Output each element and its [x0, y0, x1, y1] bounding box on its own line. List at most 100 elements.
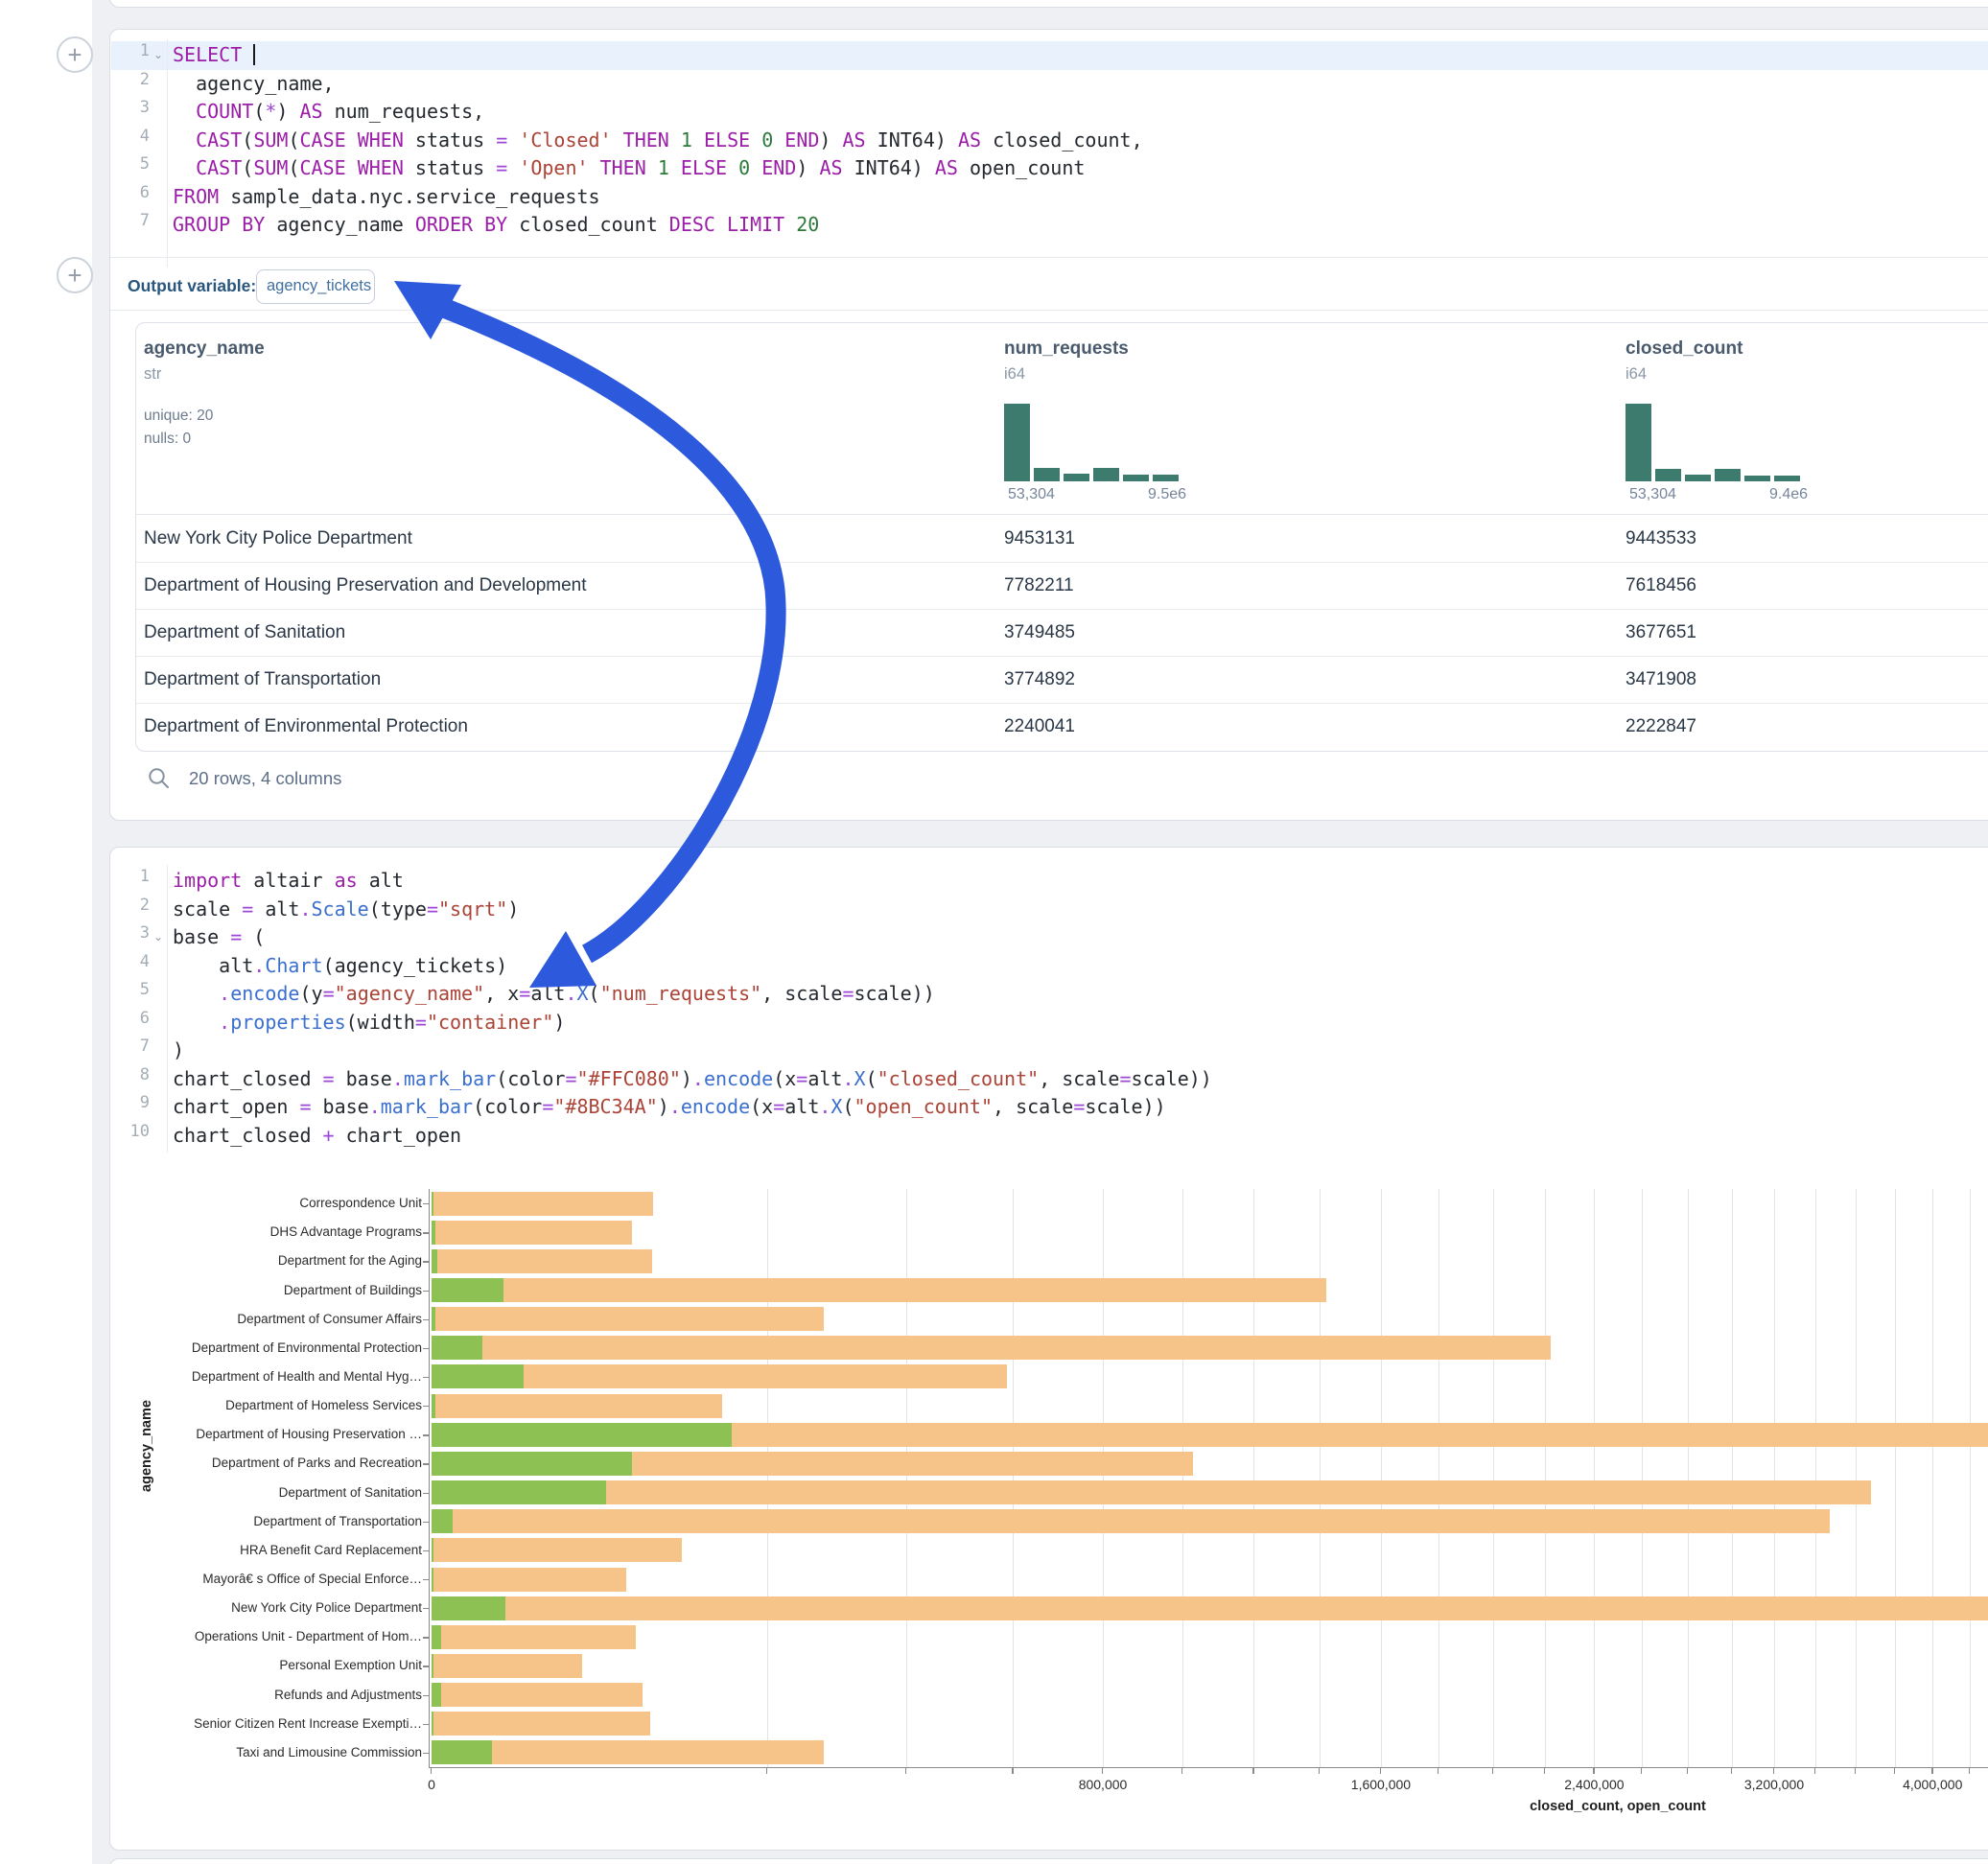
bar-closed-count [432, 1596, 1988, 1620]
code-line[interactable]: 6 .properties(width="container") [111, 1009, 1988, 1037]
fold-spacer [150, 183, 167, 212]
line-number: 3 [111, 98, 150, 127]
code-line[interactable]: 1import altair as alt [111, 867, 1988, 896]
code-line[interactable]: 7GROUP BY agency_name ORDER BY closed_co… [111, 211, 1988, 240]
bar-open-count [432, 1307, 435, 1331]
bar-closed-count [432, 1654, 582, 1678]
code-line[interactable]: 5 CAST(SUM(CASE WHEN status = 'Open' THE… [111, 154, 1988, 183]
gridline [1688, 1189, 1689, 1767]
code-text: CAST(SUM(CASE WHEN status = 'Closed' THE… [167, 127, 1143, 155]
bar-closed-count [432, 1625, 636, 1649]
bar-closed-count [432, 1394, 722, 1418]
line-number: 2 [111, 896, 150, 924]
code-line[interactable]: 5 .encode(y="agency_name", x=alt.X("num_… [111, 980, 1988, 1009]
table-row[interactable]: Department of Sanitation37494853677651 [136, 609, 1988, 656]
cell-divider [110, 310, 1988, 311]
y-axis-tick [423, 1463, 429, 1464]
table-row[interactable]: New York City Police Department945313194… [136, 515, 1988, 562]
y-axis-label: New York City Police Department [231, 1600, 422, 1615]
column-stat: unique: 20 [144, 408, 213, 425]
code-line[interactable]: 6FROM sample_data.nyc.service_requests [111, 183, 1988, 212]
fold-spacer [150, 867, 167, 896]
histogram-bar [1715, 469, 1741, 481]
notebook-page: + + 1⌄SELECT 2 agency_name,3 COUNT(*) AS… [0, 0, 1988, 1864]
python-code-editor[interactable]: 1import altair as alt2scale = alt.Scale(… [111, 867, 1988, 1150]
y-axis-label: Operations Unit - Department of Hom… [195, 1629, 422, 1643]
x-axis-tick [1814, 1768, 1815, 1774]
y-axis-tick [423, 1695, 429, 1696]
bar-closed-count [432, 1278, 1326, 1302]
code-line[interactable]: 4 CAST(SUM(CASE WHEN status = 'Closed' T… [111, 127, 1988, 155]
bar-open-count [432, 1654, 433, 1678]
code-text: .properties(width="container") [167, 1009, 565, 1037]
add-cell-button-middle[interactable]: + [57, 257, 93, 293]
line-number: 4 [111, 952, 150, 981]
line-number: 7 [111, 211, 150, 240]
bar-open-count [432, 1249, 437, 1273]
fold-spacer [150, 1122, 167, 1151]
code-line[interactable]: 3 COUNT(*) AS num_requests, [111, 98, 1988, 127]
gridline [1932, 1189, 1933, 1767]
histogram-bar [1625, 404, 1651, 481]
add-cell-button-top[interactable]: + [57, 36, 93, 73]
x-axis-tick [1492, 1768, 1493, 1774]
bar-closed-count [432, 1568, 626, 1592]
code-line[interactable]: 10chart_closed + chart_open [111, 1122, 1988, 1151]
code-line[interactable]: 4 alt.Chart(agency_tickets) [111, 952, 1988, 981]
table-cell: Department of Sanitation [144, 609, 345, 656]
histogram-bar [1153, 475, 1179, 481]
y-axis-tick [423, 1608, 429, 1609]
bar-open-count [432, 1683, 441, 1707]
column-header-num_requests[interactable]: num_requests [1004, 338, 1129, 360]
table-cell: 9443533 [1625, 515, 1696, 562]
gridline [1103, 1189, 1104, 1767]
code-line[interactable]: 2 agency_name, [111, 70, 1988, 99]
bar-open-count [432, 1712, 433, 1736]
output-variable-pill[interactable]: agency_tickets [256, 269, 375, 304]
y-axis-tick [423, 1550, 429, 1551]
next-cell-edge [109, 1858, 1988, 1864]
histogram-bar [1123, 475, 1149, 481]
code-line[interactable]: 9chart_open = base.mark_bar(color="#8BC3… [111, 1093, 1988, 1122]
gridline [1642, 1189, 1643, 1767]
table-row[interactable]: Department of Environmental Protection22… [136, 703, 1988, 750]
x-axis-tick [431, 1768, 432, 1774]
fold-chevron-icon[interactable]: ⌄ [150, 41, 167, 70]
gridline [906, 1189, 907, 1767]
search-icon[interactable] [147, 766, 172, 791]
line-number: 5 [111, 980, 150, 1009]
code-line[interactable]: 3⌄base = ( [111, 923, 1988, 952]
x-axis-tick [1855, 1768, 1856, 1774]
x-axis-tick [1319, 1768, 1320, 1774]
sql-code-editor[interactable]: 1⌄SELECT 2 agency_name,3 COUNT(*) AS num… [111, 41, 1988, 240]
y-axis-tick [423, 1232, 429, 1233]
gridline [1545, 1189, 1546, 1767]
code-line[interactable]: 7) [111, 1037, 1988, 1065]
fold-chevron-icon[interactable]: ⌄ [150, 923, 167, 952]
table-row[interactable]: Department of Housing Preservation and D… [136, 562, 1988, 609]
bar-closed-count [432, 1249, 652, 1273]
x-axis-tick [1380, 1768, 1381, 1774]
line-number: 7 [111, 1037, 150, 1065]
code-line[interactable]: 1⌄SELECT [111, 41, 1988, 70]
x-axis-tick [1012, 1768, 1013, 1774]
fold-spacer [150, 127, 167, 155]
code-text: ) [167, 1037, 184, 1065]
column-header-agency_name[interactable]: agency_name [144, 338, 265, 360]
x-axis-tick [766, 1768, 767, 1774]
table-cell: New York City Police Department [144, 515, 412, 562]
code-line[interactable]: 8chart_closed = base.mark_bar(color="#FF… [111, 1065, 1988, 1094]
histogram-bar [1093, 468, 1119, 481]
fold-spacer [150, 70, 167, 99]
y-axis-label: Department of Parks and Recreation [212, 1456, 422, 1470]
y-axis-tick [423, 1291, 429, 1292]
histogram-min-label: 53,304 [1008, 486, 1055, 503]
line-number: 1 [111, 867, 150, 896]
table-cell: Department of Transportation [144, 656, 381, 703]
table-row[interactable]: Department of Transportation377489234719… [136, 656, 1988, 703]
gutter-separator [167, 39, 168, 268]
x-axis-tick [1894, 1768, 1895, 1774]
fold-spacer [150, 980, 167, 1009]
column-header-closed_count[interactable]: closed_count [1625, 338, 1742, 360]
code-line[interactable]: 2scale = alt.Scale(type="sqrt") [111, 896, 1988, 924]
